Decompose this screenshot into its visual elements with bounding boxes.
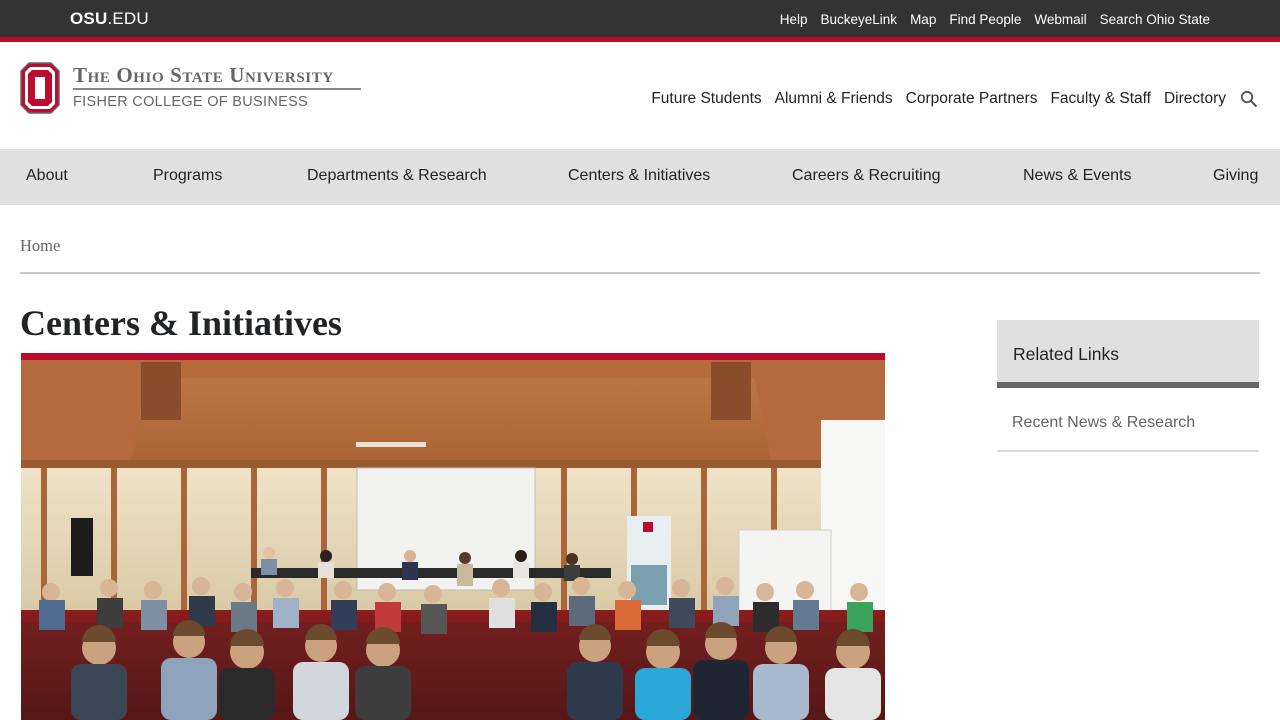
logo-university-name: The Ohio State University <box>73 63 334 87</box>
osu-link-map[interactable]: Map <box>910 12 936 27</box>
nav-news-events[interactable]: News & Events <box>1023 167 1131 185</box>
search-icon[interactable] <box>1240 90 1258 108</box>
nav-giving[interactable]: Giving <box>1213 167 1258 185</box>
osu-link-help[interactable]: Help <box>780 12 808 27</box>
audience-nav: Future Students Alumni & Friends Corpora… <box>651 90 1258 108</box>
main-nav: About Programs Departments & Research Ce… <box>0 149 1280 205</box>
audience-link-alumni-friends[interactable]: Alumni & Friends <box>775 90 893 108</box>
block-o-logo-icon <box>20 62 60 114</box>
osu-link-find-people[interactable]: Find People <box>949 12 1021 27</box>
related-links: Related Links Recent News & Research <box>997 320 1259 452</box>
nav-careers-recruiting[interactable]: Careers & Recruiting <box>792 167 941 185</box>
related-link-recent-news-research[interactable]: Recent News & Research <box>997 388 1259 452</box>
breadcrumb: Home <box>20 236 60 256</box>
audience-link-faculty-staff[interactable]: Faculty & Staff <box>1050 90 1151 108</box>
breadcrumb-divider <box>20 272 1260 274</box>
hero-image <box>21 360 885 720</box>
page-title: Centers & Initiatives <box>20 303 342 343</box>
nav-departments-research[interactable]: Departments & Research <box>307 167 487 185</box>
nav-about[interactable]: About <box>26 167 68 185</box>
audience-link-directory[interactable]: Directory <box>1164 90 1226 108</box>
osu-link-webmail[interactable]: Webmail <box>1034 12 1086 27</box>
nav-centers-initiatives[interactable]: Centers & Initiatives <box>568 167 710 185</box>
logo-college-name: FISHER COLLEGE OF BUSINESS <box>73 94 309 110</box>
osu-bar-scarlet-stripe <box>0 37 1280 42</box>
audience-link-corporate-partners[interactable]: Corporate Partners <box>906 90 1038 108</box>
osu-top-bar: OSU.EDU Help BuckeyeLink Map Find People… <box>0 0 1280 37</box>
osu-edu-link[interactable]: OSU.EDU <box>70 9 149 29</box>
osu-link-buckeyelink[interactable]: BuckeyeLink <box>821 12 898 27</box>
related-links-heading: Related Links <box>997 320 1259 382</box>
breadcrumb-home[interactable]: Home <box>20 236 60 255</box>
audience-link-future-students[interactable]: Future Students <box>651 90 761 108</box>
nav-programs[interactable]: Programs <box>153 167 222 185</box>
osu-utility-nav: Help BuckeyeLink Map Find People Webmail… <box>780 12 1210 27</box>
fisher-logo-link[interactable]: The Ohio State University FISHER COLLEGE… <box>20 62 365 114</box>
title-scarlet-rule <box>21 353 885 360</box>
logo-divider <box>73 88 361 90</box>
osu-link-search-ohio-state[interactable]: Search Ohio State <box>1100 12 1210 27</box>
